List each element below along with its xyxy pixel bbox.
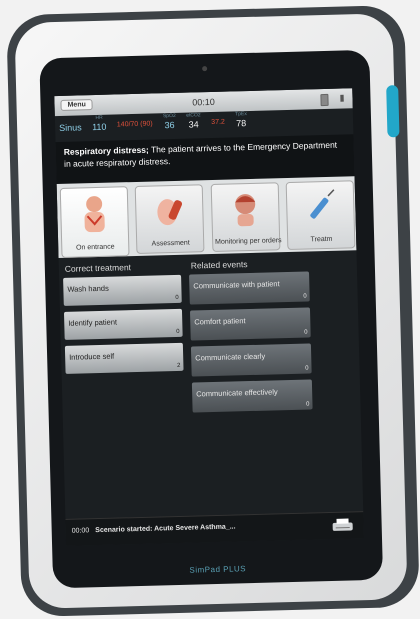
tablet-device: Menu 00:10 ▮ Sinus HR 110 140/70 (90) Sp… bbox=[6, 4, 420, 618]
vital-etco2: etCO2 34 bbox=[186, 112, 201, 130]
syringe-icon bbox=[310, 189, 335, 219]
related-events-list: Related events Communicate with patient … bbox=[189, 251, 313, 418]
list-item[interactable]: Introduce self 2 bbox=[64, 342, 184, 374]
description-title: Respiratory distress; bbox=[63, 144, 149, 157]
phase-tabs: On entrance Assessment Monitoring per or… bbox=[56, 176, 357, 259]
vital-rhythm: Sinus bbox=[59, 122, 82, 133]
monitoring-icon bbox=[235, 194, 256, 227]
tab-monitoring[interactable]: Monitoring per orders bbox=[210, 182, 282, 252]
assessment-icon bbox=[157, 199, 183, 226]
event-log-footer: 00:00 Scenario started: Acute Severe Asth… bbox=[65, 511, 364, 546]
list-item[interactable]: Communicate clearly 0 bbox=[190, 343, 312, 377]
vital-temp: 37.2 bbox=[211, 118, 225, 126]
clock: 00:10 bbox=[192, 96, 215, 108]
battery-icon bbox=[320, 93, 329, 107]
signal-icon: ▮ bbox=[339, 92, 345, 103]
list-item[interactable]: Comfort patient 0 bbox=[189, 307, 311, 341]
screen-frame: Menu 00:10 ▮ Sinus HR 110 140/70 (90) Sp… bbox=[39, 49, 384, 589]
vital-spo2: SpO2 36 bbox=[162, 112, 176, 131]
app-screen: Menu 00:10 ▮ Sinus HR 110 140/70 (90) Sp… bbox=[54, 88, 364, 546]
patient-icon bbox=[84, 196, 105, 233]
tablet-bezel: Menu 00:10 ▮ Sinus HR 110 140/70 (90) Sp… bbox=[14, 13, 408, 609]
list-item[interactable]: Wash hands 0 bbox=[63, 274, 182, 306]
side-button[interactable] bbox=[386, 85, 400, 138]
correct-treatment-list: Correct treatment Wash hands 0 Identify … bbox=[63, 255, 184, 380]
vital-hr: HR 110 bbox=[91, 114, 107, 133]
camera-icon bbox=[202, 66, 208, 72]
list-item[interactable]: Communicate with patient 0 bbox=[189, 271, 310, 305]
tab-on-entrance[interactable]: On entrance bbox=[59, 186, 130, 258]
printer-icon[interactable] bbox=[331, 517, 353, 534]
log-entry: 00:00 Scenario started: Acute Severe Asth… bbox=[71, 523, 236, 535]
tab-treatment[interactable]: Treatm bbox=[286, 180, 356, 251]
list-item[interactable]: Identify patient 0 bbox=[63, 308, 183, 340]
device-brand: SimPad PLUS bbox=[189, 564, 247, 575]
event-lists: Correct treatment Wash hands 0 Identify … bbox=[59, 250, 362, 458]
vital-tpex: TpEx 78 bbox=[235, 111, 247, 129]
list-item[interactable]: Communicate effectively 0 bbox=[191, 379, 313, 413]
vital-bp: 140/70 (90) bbox=[116, 120, 153, 129]
tab-assessment[interactable]: Assessment bbox=[135, 184, 205, 254]
